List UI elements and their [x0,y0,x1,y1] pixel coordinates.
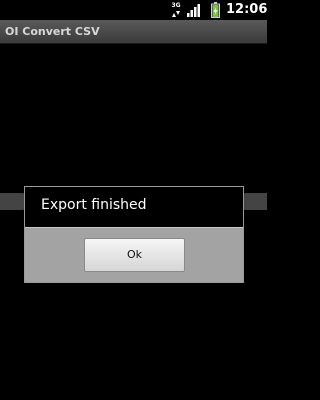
background-button-right [242,193,267,210]
background-button-left [0,193,26,210]
status-clock: 12:06 [226,2,267,17]
phone-screen: 3G 12:06 OI Convert CSV Export finished [0,0,267,400]
app-title: OI Convert CSV [5,25,100,38]
dialog-button-bar: Ok [25,227,243,282]
export-finished-dialog: Export finished Ok [24,186,244,283]
data-activity-icon [172,11,180,17]
network-type-label: 3G [171,2,181,9]
status-bar: 3G 12:06 [0,0,267,20]
app-title-bar: OI Convert CSV [0,20,267,44]
ok-button-label: Ok [126,248,143,261]
signal-strength-icon [187,4,200,17]
battery-charging-icon [211,2,220,18]
dialog-message: Export finished [41,197,147,213]
ok-button[interactable]: Ok [84,238,185,272]
dialog-message-area: Export finished [25,187,243,227]
